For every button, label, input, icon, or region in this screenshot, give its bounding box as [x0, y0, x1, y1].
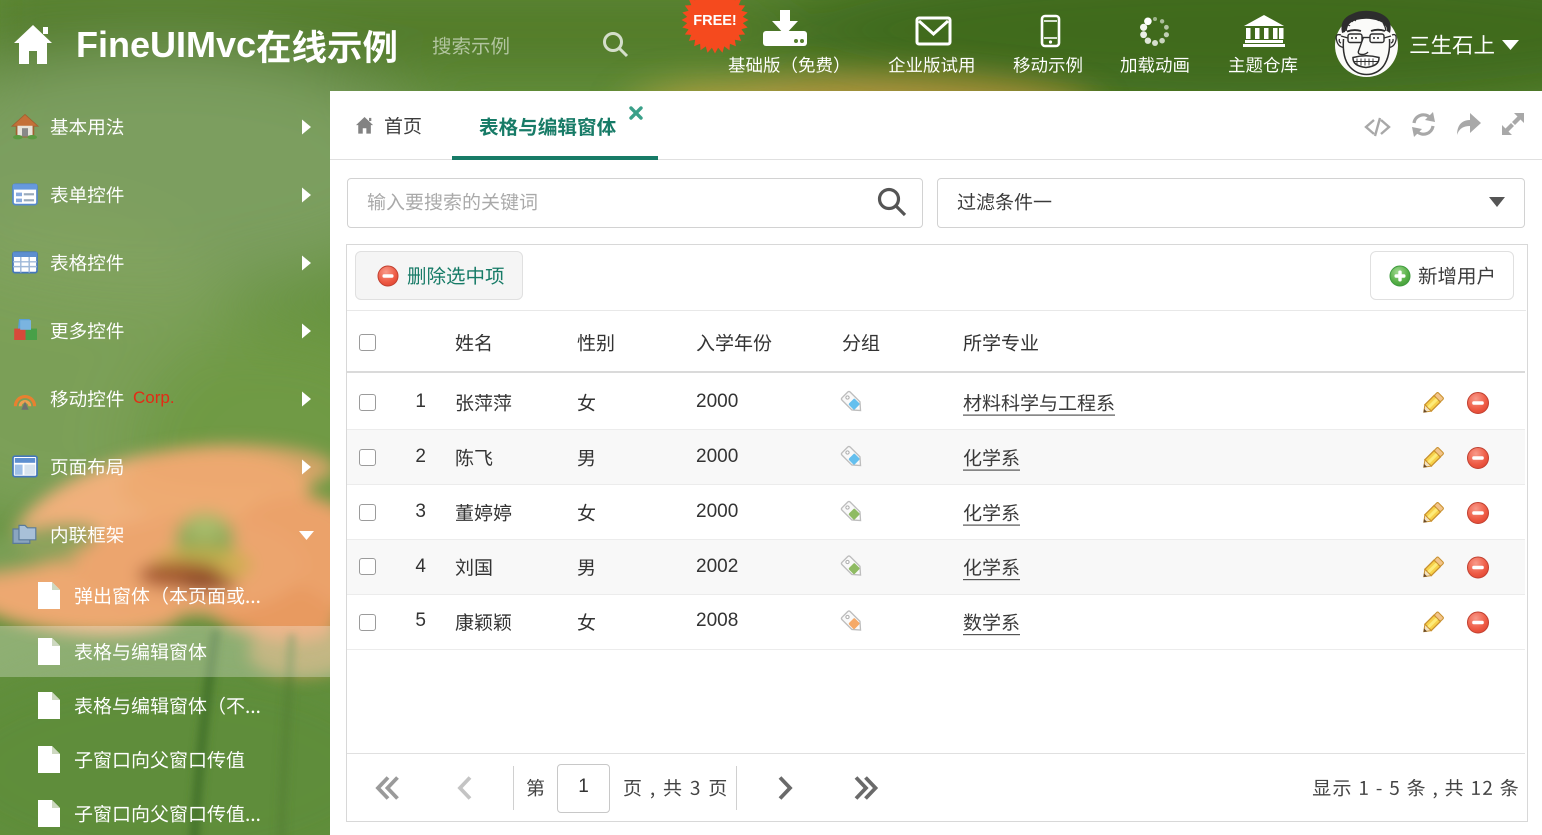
svg-text:FREE!: FREE!	[693, 13, 737, 29]
